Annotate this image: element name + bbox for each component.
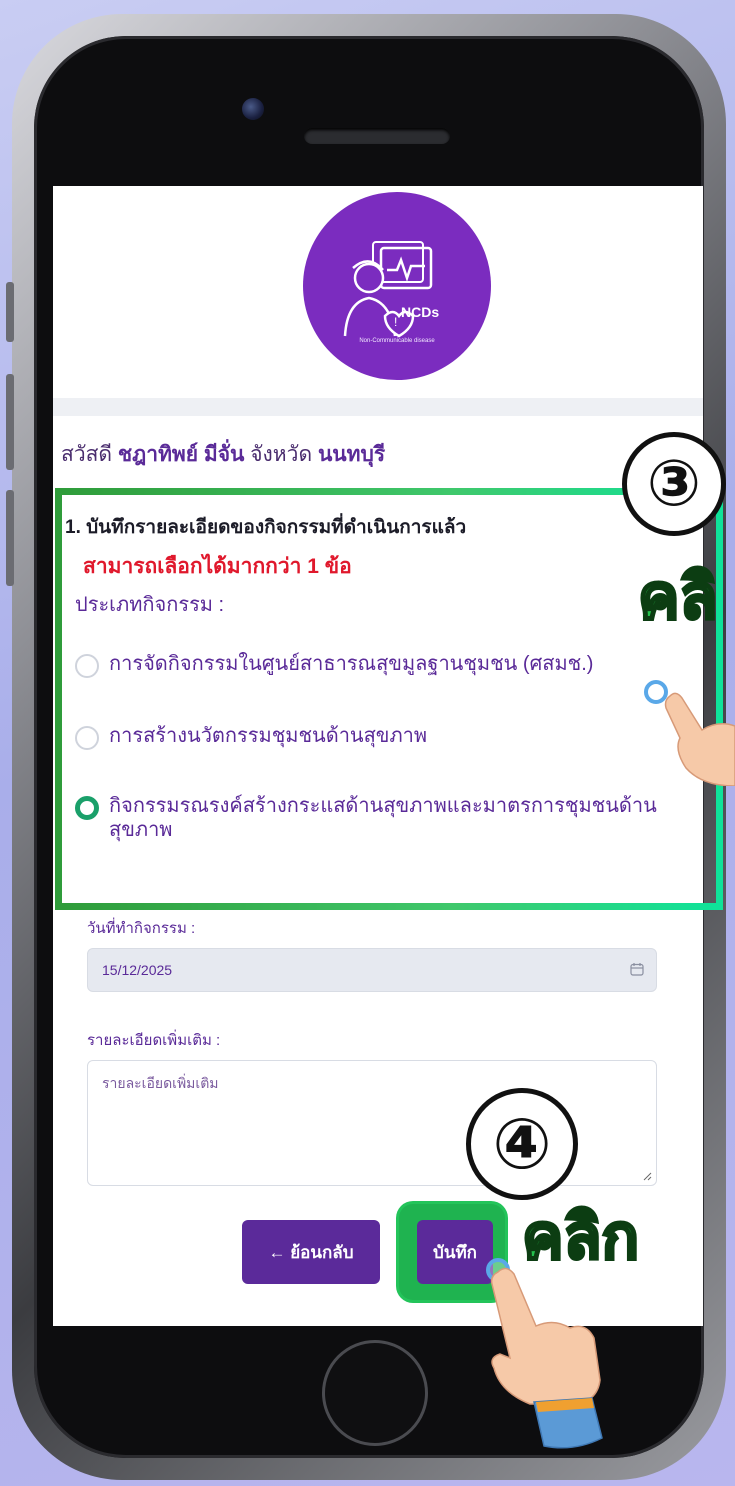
province-name: นนทบุรี (317, 443, 386, 466)
silent-switch (6, 282, 14, 342)
user-name: ชฎาทิพย์ มีจั่น (117, 443, 245, 466)
step3-highlight-frame (55, 488, 723, 910)
logo-brand-text: NCDs (401, 304, 440, 320)
earpiece-speaker (304, 128, 450, 144)
step3-badge: ③ (622, 432, 726, 536)
details-label: รายละเอียดเพิ่มเติม : (87, 1032, 221, 1049)
volume-up-button (6, 374, 14, 470)
home-button[interactable] (322, 1340, 428, 1446)
greeting-prefix: สวัสดี (61, 443, 113, 466)
resize-handle-icon[interactable] (642, 1171, 652, 1181)
details-placeholder: รายละเอียดเพิ่มเติม (102, 1075, 219, 1091)
logo-area: ! NCDs Non-Communicable disease (260, 190, 534, 382)
date-value: 15/12/2025 (102, 962, 173, 978)
activity-date-input[interactable]: 15/12/2025 (87, 948, 657, 992)
step3-click-label: คลิ (636, 559, 718, 635)
svg-text:!: ! (394, 315, 397, 329)
front-camera (242, 98, 264, 120)
step4-badge: ④ (466, 1088, 578, 1200)
logo-subtitle: Non-Communicable disease (359, 338, 435, 344)
patient-monitor-icon: ! (343, 241, 433, 338)
calendar-icon[interactable] (630, 962, 644, 976)
section-divider (53, 398, 703, 416)
pointing-hand-icon (664, 692, 735, 786)
province-label: จังหวัด (250, 443, 313, 466)
volume-down-button (6, 490, 14, 586)
greeting-line: สวัสดี ชฎาทิพย์ มีจั่น จังหวัด นนทบุรี (61, 438, 385, 471)
back-button[interactable]: ← ย้อนกลับ (242, 1220, 380, 1284)
activity-date-label: วันที่ทำกิจกรรม : (87, 920, 196, 937)
pointing-hand-icon (490, 1267, 603, 1449)
ncds-logo: ! NCDs Non-Communicable disease (303, 192, 491, 380)
